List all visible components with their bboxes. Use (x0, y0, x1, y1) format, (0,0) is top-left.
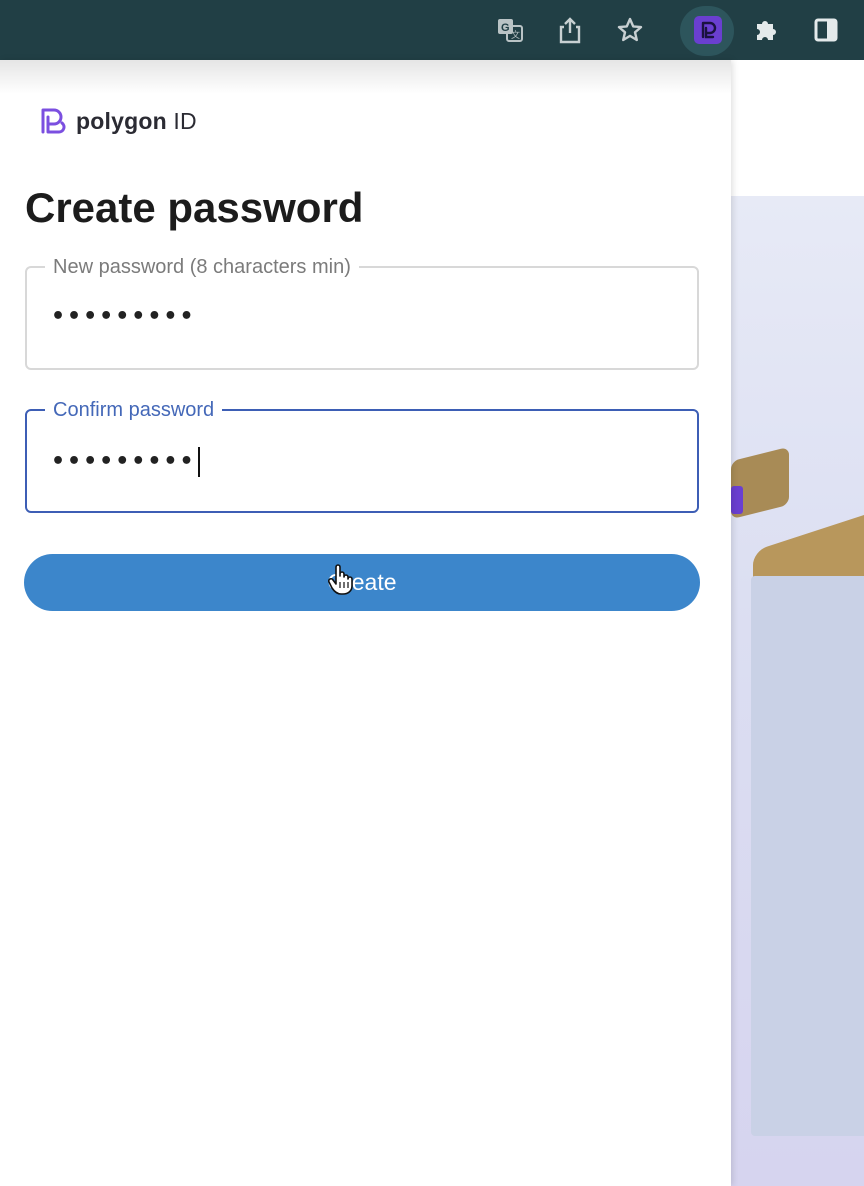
polygon-id-logo: polygon ID (34, 103, 197, 139)
confirm-password-field[interactable]: Confirm password ••••••••• (25, 398, 699, 513)
page-title: Create password (25, 184, 364, 231)
translate-icon[interactable]: G 文 (494, 14, 526, 46)
popup-top-shadow (0, 60, 731, 94)
svg-text:G: G (501, 22, 510, 34)
new-password-value[interactable]: ••••••••• (51, 304, 196, 329)
hand-cursor-icon (327, 563, 354, 600)
polygon-logo-icon (41, 108, 66, 134)
svg-text:文: 文 (511, 29, 520, 41)
new-password-field[interactable]: New password (8 characters min) ••••••••… (25, 255, 699, 370)
text-caret (197, 447, 200, 477)
background-block-accent (731, 486, 743, 514)
bookmark-star-icon[interactable] (614, 14, 646, 46)
confirm-password-value: ••••••••• (51, 449, 196, 474)
new-password-label: New password (8 characters min) (45, 255, 359, 279)
background-page (731, 60, 864, 1186)
logo-wordmark: polygon ID (76, 107, 197, 134)
confirm-password-label: Confirm password (45, 398, 223, 422)
polygon-extension-icon[interactable] (692, 14, 724, 46)
side-panel-icon[interactable] (810, 14, 842, 46)
browser-toolbar: G 文 (0, 0, 864, 60)
background-pillar (751, 576, 864, 1136)
create-button[interactable]: Create (24, 554, 700, 611)
confirm-password-input-area[interactable]: ••••••••• (51, 447, 200, 477)
background-hero-image (731, 196, 864, 1186)
share-icon[interactable] (554, 14, 586, 46)
extensions-puzzle-icon[interactable] (750, 14, 782, 46)
